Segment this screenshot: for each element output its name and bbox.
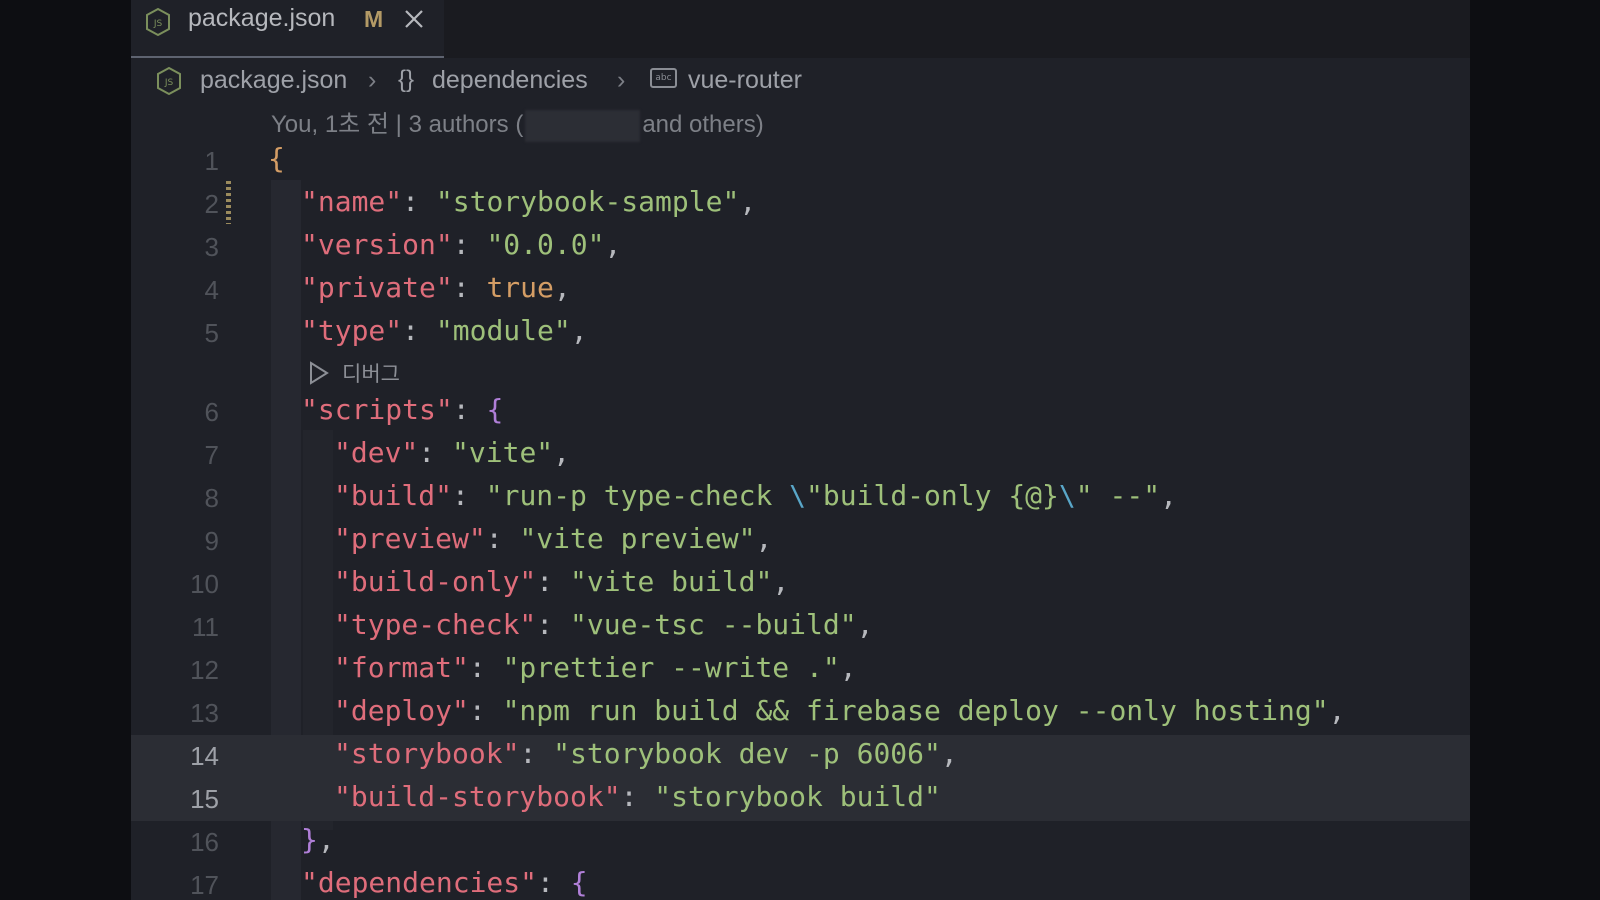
- tab-package-json[interactable]: JS package.json M: [131, 0, 444, 58]
- line-number: 5: [204, 318, 219, 348]
- codelens-label: 디버그: [342, 362, 400, 386]
- chevron-right-icon: ›: [368, 66, 377, 94]
- nodejs-icon: JS: [146, 7, 170, 37]
- blame-suffix: and others): [642, 111, 764, 138]
- line-number: 15: [190, 784, 219, 814]
- modified-indicator: M: [364, 6, 384, 32]
- line-number: 4: [204, 275, 219, 305]
- code-line-current: 14 "storybook": "storybook dev -p 6006",: [131, 735, 1470, 778]
- string-icon: abc: [650, 68, 677, 88]
- chevron-right-icon: ›: [617, 66, 626, 94]
- line-number: 12: [190, 655, 219, 685]
- breadcrumb-vue-router[interactable]: vue-router: [688, 66, 802, 95]
- code-line: 9 "preview": "vite preview",: [131, 520, 1470, 563]
- code-line-current: 15 "build-storybook": "storybook build": [131, 778, 1470, 821]
- code-line: 5 "type": "module",: [131, 312, 1470, 355]
- line-number: 1: [204, 146, 219, 176]
- tab-label: package.json: [188, 4, 336, 32]
- git-blame-annotation[interactable]: You, 1초 전 | 3 authors ( and others): [271, 104, 764, 142]
- breadcrumb-file[interactable]: package.json: [200, 66, 347, 95]
- line-number: 7: [204, 440, 219, 470]
- code-line: 1 {: [131, 140, 1470, 183]
- blame-prefix: You, 1초 전 | 3 authors (: [271, 111, 524, 138]
- line-number: 14: [190, 741, 219, 771]
- tab-bar: JS package.json M: [131, 0, 1470, 58]
- line-number: 8: [204, 483, 219, 513]
- code-line: 3 "version": "0.0.0",: [131, 226, 1470, 269]
- line-number: 17: [190, 870, 219, 900]
- code-line: 16 },: [131, 821, 1470, 864]
- play-icon: [310, 361, 329, 385]
- code-line: 4 "private": true,: [131, 269, 1470, 312]
- code-line: 8 "build": "run-p type-check \"build-onl…: [131, 477, 1470, 520]
- line-number: 13: [190, 698, 219, 728]
- close-icon[interactable]: [400, 5, 428, 33]
- line-number: 6: [204, 397, 219, 427]
- line-number: 11: [192, 612, 219, 642]
- line-number: 10: [190, 569, 219, 599]
- code-line: 2 "name": "storybook-sample",: [131, 183, 1470, 226]
- object-icon: {}: [398, 66, 415, 93]
- code-line: 6 "scripts": {: [131, 391, 1470, 434]
- line-number: 3: [204, 232, 219, 262]
- line-number: 16: [190, 827, 219, 857]
- code-line: 13 "deploy": "npm run build && firebase …: [131, 692, 1470, 735]
- code-line: 7 "dev": "vite",: [131, 434, 1470, 477]
- code-line: 17 "dependencies": {: [131, 864, 1470, 900]
- svg-text:JS: JS: [164, 78, 174, 88]
- code-line: 11 "type-check": "vue-tsc --build",: [131, 606, 1470, 649]
- redacted-author: [525, 109, 641, 142]
- nodejs-icon: JS: [157, 66, 181, 96]
- breadcrumb-dependencies[interactable]: dependencies: [432, 66, 588, 95]
- editor: JS package.json M JS package.json › {} d…: [131, 0, 1470, 900]
- line-number: 9: [204, 526, 219, 556]
- svg-text:JS: JS: [153, 19, 163, 29]
- breadcrumb: JS package.json › {} dependencies › abc …: [131, 58, 1470, 104]
- line-number: 2: [204, 189, 219, 219]
- code-line: 12 "format": "prettier --write .",: [131, 649, 1470, 692]
- code-line: 10 "build-only": "vite build",: [131, 563, 1470, 606]
